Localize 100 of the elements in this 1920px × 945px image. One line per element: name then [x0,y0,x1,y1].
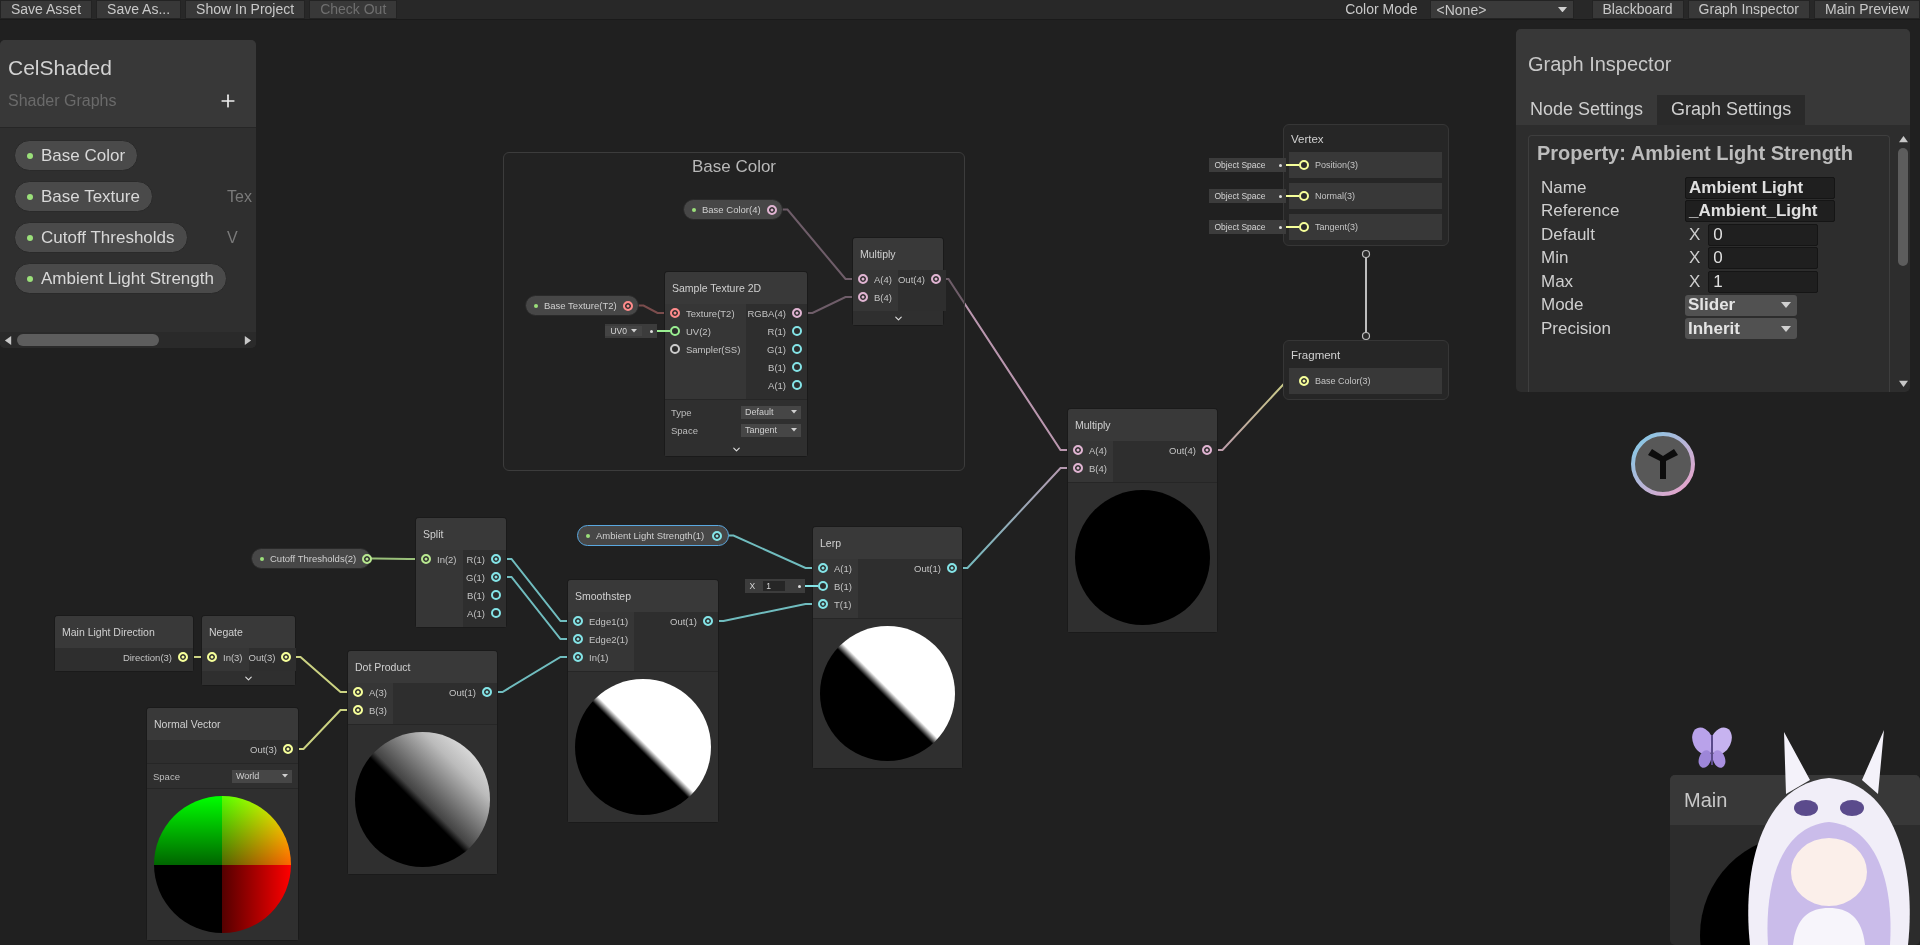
port-handle[interactable] [1073,445,1083,455]
scroll-down-arrow-icon[interactable] [1898,379,1908,388]
port-handle[interactable] [421,554,431,564]
horizontal-scrollbar[interactable] [0,332,256,348]
round-logo-icon[interactable] [1630,431,1696,497]
port-label: Out(3) [250,743,277,755]
inspector-tab[interactable]: Graph Settings [1657,95,1806,125]
toolbar-button[interactable]: Save As... [96,0,182,19]
scrollbar-thumb[interactable] [1898,148,1908,267]
node-title: Normal Vector [147,708,298,740]
scrollbar-thumb[interactable] [17,334,160,346]
node-title: Sample Texture 2D [665,272,807,304]
graph-node[interactable]: Dot Product A(3) B(3) Out(1) [348,651,497,874]
scroll-up-arrow-icon[interactable] [1898,135,1908,144]
block-port-row[interactable]: Base Color(3) [1289,368,1442,394]
blackboard-property[interactable]: Ambient Light Strength [14,263,227,294]
node-title: Lerp [813,527,962,559]
text-field[interactable]: _Ambient_Light [1685,200,1835,223]
port-handle[interactable] [858,292,868,302]
blackboard-property[interactable]: Cutoff Thresholds [14,222,188,253]
group-title: Base Color [691,157,777,177]
block-port-row[interactable]: Tangent(3) [1289,214,1442,240]
port-handle[interactable] [491,554,501,564]
port-handle[interactable] [491,572,501,582]
inspector-dropdown[interactable]: Inherit [1685,318,1797,340]
block-port-row[interactable]: Position(3) [1289,152,1442,178]
port-handle[interactable] [670,326,680,336]
graph-node[interactable]: Normal Vector Out(3) Space World [147,708,298,940]
toolbar-toggle-button[interactable]: Main Preview [1813,0,1920,19]
scroll-left-arrow-icon[interactable] [4,335,13,345]
blackboard-property[interactable]: Base Texture [14,181,153,212]
port-handle[interactable] [670,344,680,354]
inline-value-tag[interactable]: Object Space [1209,158,1299,172]
port-handle[interactable] [947,563,957,573]
port-handle[interactable] [818,581,828,591]
axis-label: X [1688,248,1701,269]
block-port-row[interactable]: Normal(3) [1289,183,1442,209]
port-handle[interactable] [792,344,802,354]
port-handle[interactable] [792,362,802,372]
port-label: B(4) [874,291,892,303]
property-node[interactable]: Ambient Light Strength(1) [577,525,729,546]
number-field[interactable]: 1 [1708,270,1819,293]
property-node[interactable]: Cutoff Thresholds(2) [251,548,371,569]
inline-number-field[interactable]: X 1 [744,579,818,593]
inspector-title: Graph Inspector [1528,52,1672,76]
caret-icon [1781,302,1791,309]
port-handle[interactable] [573,652,583,662]
port-handle[interactable] [573,616,583,626]
inline-value-tag[interactable]: Object Space [1209,220,1299,234]
graph-node[interactable]: Split In(2) R(1) G(1) B(1) A(1) [416,518,506,627]
port-handle[interactable] [670,308,680,318]
toolbar-button[interactable]: Show In Project [185,0,306,19]
master-stack-block[interactable]: Vertex Position(3) Normal(3) Tangent(3) [1283,124,1449,246]
port-handle[interactable] [703,616,713,626]
port-handle[interactable] [858,274,868,284]
graph-node[interactable]: Multiply A(4) B(4) Out(4) [853,238,943,325]
inline-value-tag[interactable]: Object Space [1209,189,1299,203]
number-field[interactable]: 0 [1708,247,1819,270]
caret-icon [1557,6,1567,13]
toolbar-toggle-button[interactable]: Blackboard [1591,0,1684,19]
setting-dropdown[interactable]: Default [741,405,801,419]
graph-node[interactable]: Main Light Direction Direction(3) [55,616,193,671]
node-title: Split [416,518,506,550]
port-handle[interactable] [792,326,802,336]
port-handle[interactable] [491,590,501,600]
text-field[interactable]: Ambient Light [1685,176,1835,199]
setting-dropdown[interactable]: Tangent [741,423,801,437]
field-label: Mode [1541,295,1585,316]
blackboard-property[interactable]: Base Color [14,140,139,171]
setting-label: Space [153,770,180,782]
master-stack-block[interactable]: Fragment Base Color(3) [1283,340,1449,400]
port-label: Out(4) [897,273,925,285]
property-node[interactable]: Base Color(4) [683,199,783,220]
port-handle[interactable] [1073,463,1083,473]
port-handle[interactable] [1202,445,1212,455]
port-handle[interactable] [792,380,802,390]
color-mode-dropdown[interactable]: <None> [1429,0,1574,19]
port-handle[interactable] [712,530,722,541]
port-handle[interactable] [818,599,828,609]
port-handle[interactable] [622,300,633,311]
port-handle[interactable] [491,608,501,618]
inline-dropdown[interactable]: UV0 [605,324,670,338]
port-handle[interactable] [482,687,492,697]
graph-node[interactable]: Multiply A(4) B(4) Out(4) [1068,409,1217,632]
toolbar-button[interactable]: Save Asset [0,0,93,19]
port-handle[interactable] [818,563,828,573]
port-handle[interactable] [573,634,583,644]
toolbar-toggle-button[interactable]: Graph Inspector [1687,0,1810,19]
scroll-right-arrow-icon[interactable] [243,335,252,345]
number-field[interactable]: 0 [1708,223,1819,246]
port-handle[interactable] [930,274,941,284]
port-handle[interactable] [792,308,802,318]
property-node[interactable]: Base Texture(T2) [525,295,639,316]
port-label: Normal(3) [1315,191,1355,201]
port-handle[interactable] [766,204,777,215]
graph-node[interactable]: Smoothstep Edge1(1) Edge2(1) In(1) Out(1) [568,580,718,822]
port-label: A(4) [874,273,892,285]
setting-dropdown[interactable]: World [232,769,292,783]
port-handle[interactable] [362,553,373,564]
inspector-dropdown[interactable]: Slider [1685,294,1797,316]
